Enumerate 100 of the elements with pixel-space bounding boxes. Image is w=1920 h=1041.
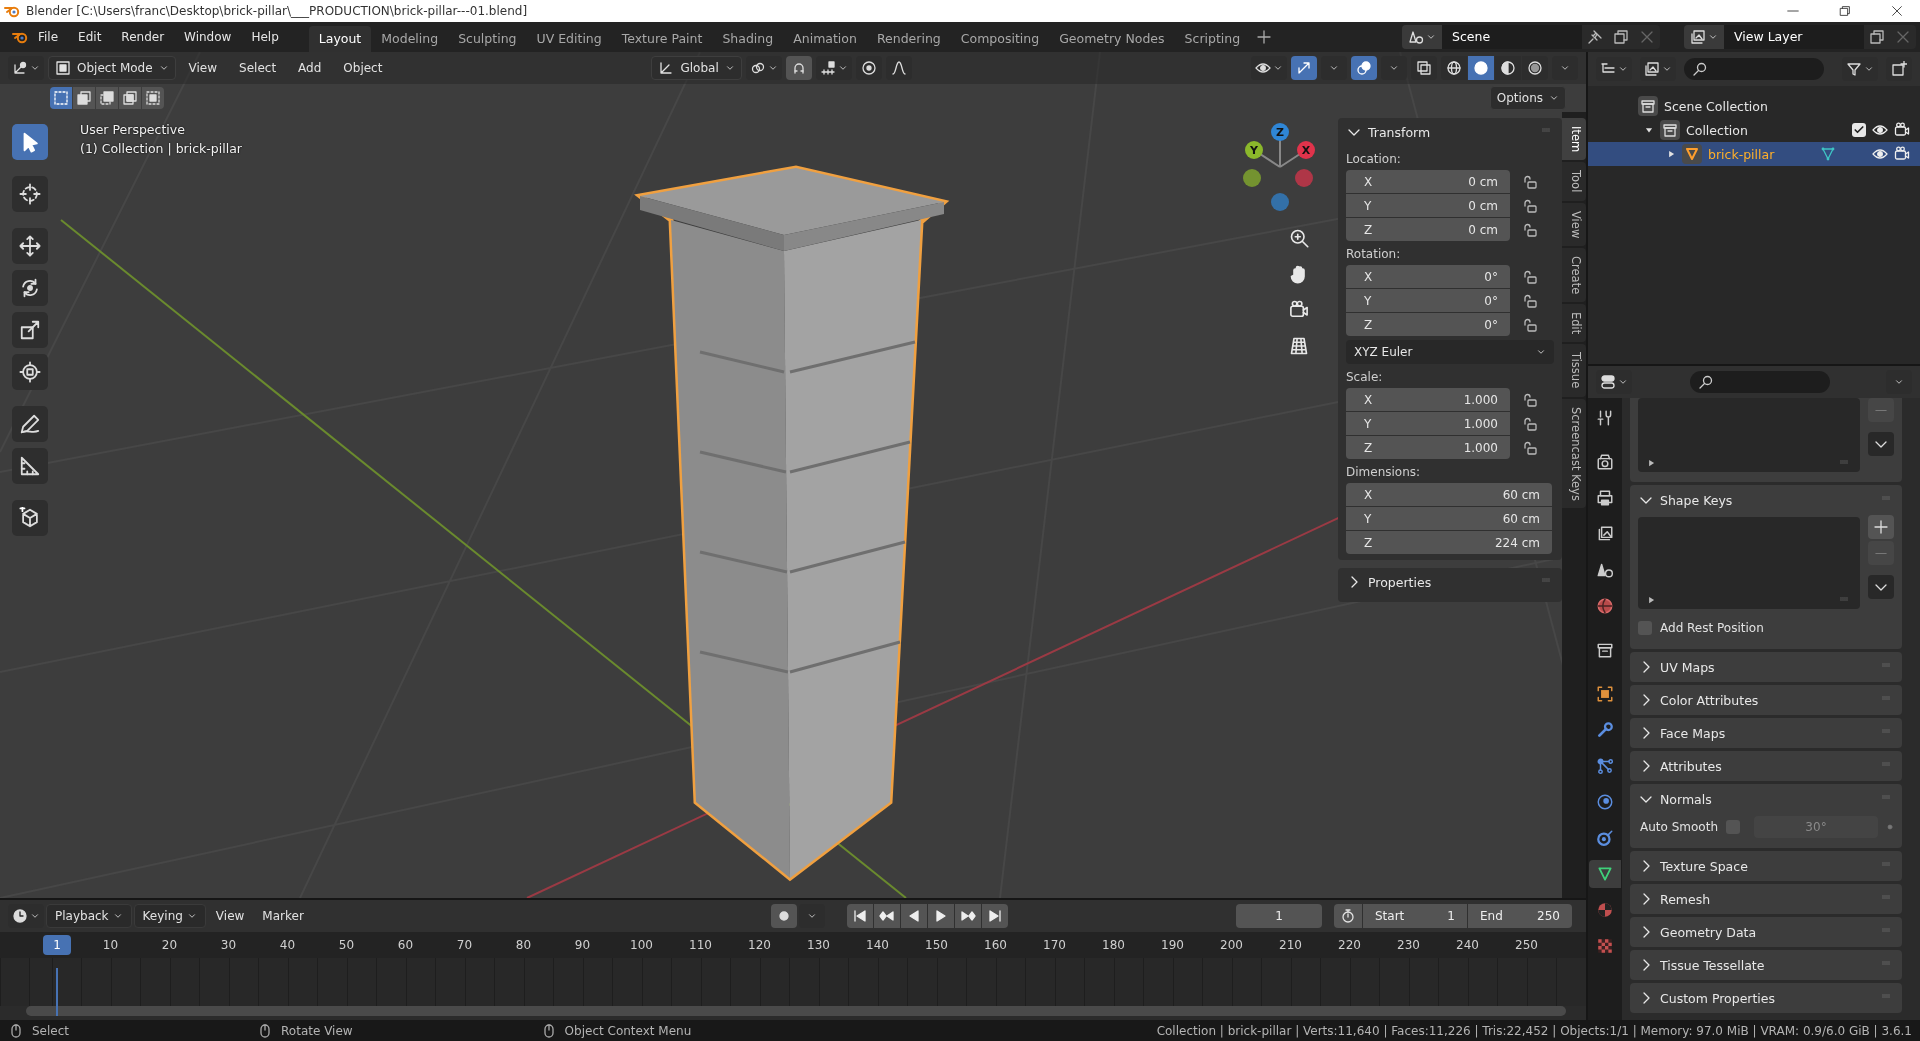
menu-item[interactable]: Edit bbox=[68, 30, 112, 44]
workspace-tab[interactable]: UV Editing bbox=[526, 26, 612, 52]
field-label: Dimensions: bbox=[1345, 464, 1422, 481]
menu-item[interactable]: Render bbox=[111, 30, 175, 44]
workspace-tab[interactable]: Rendering bbox=[866, 26, 951, 52]
frame-number: 20 bbox=[160, 938, 179, 952]
number-field[interactable]: Y 1.000 bbox=[1346, 412, 1510, 435]
frame-number: 160 bbox=[983, 938, 1008, 952]
field-label: Location: bbox=[1345, 151, 1402, 168]
shortcut-hint: Select bbox=[32, 1023, 70, 1038]
sidebar-tab[interactable]: Tool bbox=[1562, 162, 1586, 201]
panel-title[interactable]: Transform bbox=[1368, 124, 1431, 140]
options-dropdown[interactable]: Options bbox=[1489, 86, 1566, 110]
frame-number: 150 bbox=[924, 938, 949, 952]
mode-dropdown[interactable]: Object Mode bbox=[48, 56, 176, 80]
menu-item[interactable]: Object bbox=[334, 61, 392, 75]
number-field[interactable]: Start 1 bbox=[1363, 904, 1467, 928]
frame-number: 110 bbox=[688, 938, 713, 952]
frame-field[interactable]: 1 bbox=[1236, 904, 1322, 928]
axis-handle[interactable]: X bbox=[1297, 141, 1315, 159]
axis-handle[interactable]: Y bbox=[1245, 141, 1263, 159]
sidebar-tab[interactable]: Screencast Keys bbox=[1562, 398, 1586, 509]
frame-number: 40 bbox=[278, 938, 297, 952]
menu-item[interactable]: View bbox=[179, 61, 227, 75]
axis-handle[interactable]: Z bbox=[1271, 123, 1289, 141]
sidebar-tab[interactable]: Create bbox=[1562, 247, 1586, 303]
frame-number: 50 bbox=[337, 938, 356, 952]
frame-number: 240 bbox=[1455, 938, 1480, 952]
shortcut-hint: Rotate View bbox=[281, 1023, 353, 1038]
outliner-row[interactable]: brick-pillar bbox=[1588, 142, 1920, 166]
frame-number: 60 bbox=[396, 938, 415, 952]
sidebar-tab[interactable]: Tissue bbox=[1562, 344, 1586, 397]
menu-item[interactable]: View bbox=[207, 904, 253, 928]
scene-field[interactable]: Scene bbox=[1442, 25, 1582, 49]
frame-number: 140 bbox=[865, 938, 890, 952]
workspace-tab[interactable]: Layout bbox=[308, 26, 372, 52]
frame-number: 190 bbox=[1160, 938, 1185, 952]
number-field[interactable]: Y 0° bbox=[1346, 289, 1510, 312]
status-stats: Collection | brick-pillar | Verts:11,640 | Faces:11,226 | Tris:22,452 | Objects:1/1 | Memory: 97.0 MiB | VRAM: 0.9/6.0 GiB | 3.6.1 bbox=[1156, 1023, 1912, 1038]
panel-title[interactable]: Geometry Data bbox=[1660, 924, 1757, 940]
menu-item[interactable]: Window bbox=[174, 30, 242, 44]
number-field[interactable]: X 1.000 bbox=[1346, 388, 1510, 411]
panel-title[interactable]: Properties bbox=[1368, 574, 1432, 590]
checkbox-label[interactable]: Add Rest Position bbox=[1660, 621, 1764, 635]
number-field[interactable]: Z 224 cm bbox=[1346, 531, 1552, 554]
panel-title[interactable]: Face Maps bbox=[1660, 725, 1726, 741]
number-field[interactable]: X 0° bbox=[1346, 265, 1510, 288]
menu-item[interactable]: Marker bbox=[254, 904, 312, 928]
orientation-dropdown[interactable]: Global bbox=[651, 56, 742, 80]
frame-number: 70 bbox=[455, 938, 474, 952]
window-title: Blender [C:\Users\franc\Desktop\brick-pillar\___PRODUCTION\brick-pillar---01.blend] bbox=[26, 4, 528, 18]
frame-number: 230 bbox=[1396, 938, 1421, 952]
panel-title[interactable]: Texture Space bbox=[1660, 858, 1748, 874]
workspace-tab[interactable]: Geometry Nodes bbox=[1049, 26, 1175, 52]
panel-title[interactable]: Shape Keys bbox=[1660, 492, 1733, 508]
outliner-row[interactable]: Scene Collection bbox=[1588, 94, 1920, 118]
workspace-tab[interactable]: Modeling bbox=[371, 26, 449, 52]
field-label: Rotation: bbox=[1345, 246, 1402, 263]
panel-title[interactable]: Color Attributes bbox=[1660, 692, 1759, 708]
menu-dropdown[interactable]: Playback bbox=[46, 904, 132, 928]
frame-number: 90 bbox=[573, 938, 592, 952]
menu-item[interactable]: File bbox=[28, 30, 69, 44]
number-field[interactable]: End 250 bbox=[1468, 904, 1572, 928]
sidebar-tab[interactable]: Item bbox=[1562, 118, 1586, 161]
frame-number: 130 bbox=[806, 938, 831, 952]
panel-title[interactable]: Tissue Tessellate bbox=[1660, 957, 1765, 973]
number-field[interactable]: X 0 cm bbox=[1346, 170, 1510, 193]
number-field[interactable]: Z 0 cm bbox=[1346, 218, 1510, 241]
frame-number: 80 bbox=[514, 938, 533, 952]
number-field[interactable]: Y 0 cm bbox=[1346, 194, 1510, 217]
workspace-tab[interactable]: Scripting bbox=[1174, 26, 1251, 52]
workspace-tab[interactable]: Shading bbox=[712, 26, 784, 52]
menu-dropdown[interactable]: Keying bbox=[133, 904, 206, 928]
panel-title[interactable]: UV Maps bbox=[1660, 659, 1715, 675]
number-field[interactable]: X 60 cm bbox=[1346, 483, 1552, 506]
menu-item[interactable]: Add bbox=[289, 61, 331, 75]
panel-title[interactable]: Normals bbox=[1660, 791, 1712, 807]
sidebar-tab[interactable]: View bbox=[1562, 202, 1586, 246]
outliner-row[interactable]: Collection bbox=[1588, 118, 1920, 142]
menu-item[interactable]: Select bbox=[230, 61, 286, 75]
workspace-tab[interactable]: Animation bbox=[783, 26, 867, 52]
panel-title[interactable]: Custom Properties bbox=[1660, 990, 1776, 1006]
menu-item[interactable]: Help bbox=[241, 30, 289, 44]
workspace-tab[interactable]: Texture Paint bbox=[611, 26, 713, 52]
rotation-mode-dropdown[interactable]: XYZ Euler bbox=[1346, 340, 1554, 364]
view-layer-field[interactable]: View Layer bbox=[1724, 25, 1864, 49]
frame-number: 10 bbox=[101, 938, 120, 952]
frame-number: 170 bbox=[1042, 938, 1067, 952]
current-frame-marker[interactable]: 1 bbox=[43, 935, 71, 955]
workspace-tab[interactable]: Sculpting bbox=[448, 26, 527, 52]
number-field[interactable]: Z 0° bbox=[1346, 313, 1510, 336]
frame-number: 220 bbox=[1337, 938, 1362, 952]
number-field[interactable]: Y 60 cm bbox=[1346, 507, 1552, 530]
viewport-info-text: User Perspective bbox=[80, 122, 186, 137]
workspace-tab[interactable]: Compositing bbox=[950, 26, 1050, 52]
panel-title[interactable]: Attributes bbox=[1660, 758, 1722, 774]
angle-field: 30° bbox=[1754, 816, 1878, 838]
sidebar-tab[interactable]: Edit bbox=[1562, 304, 1586, 343]
number-field[interactable]: Z 1.000 bbox=[1346, 436, 1510, 459]
panel-title[interactable]: Remesh bbox=[1660, 891, 1711, 907]
